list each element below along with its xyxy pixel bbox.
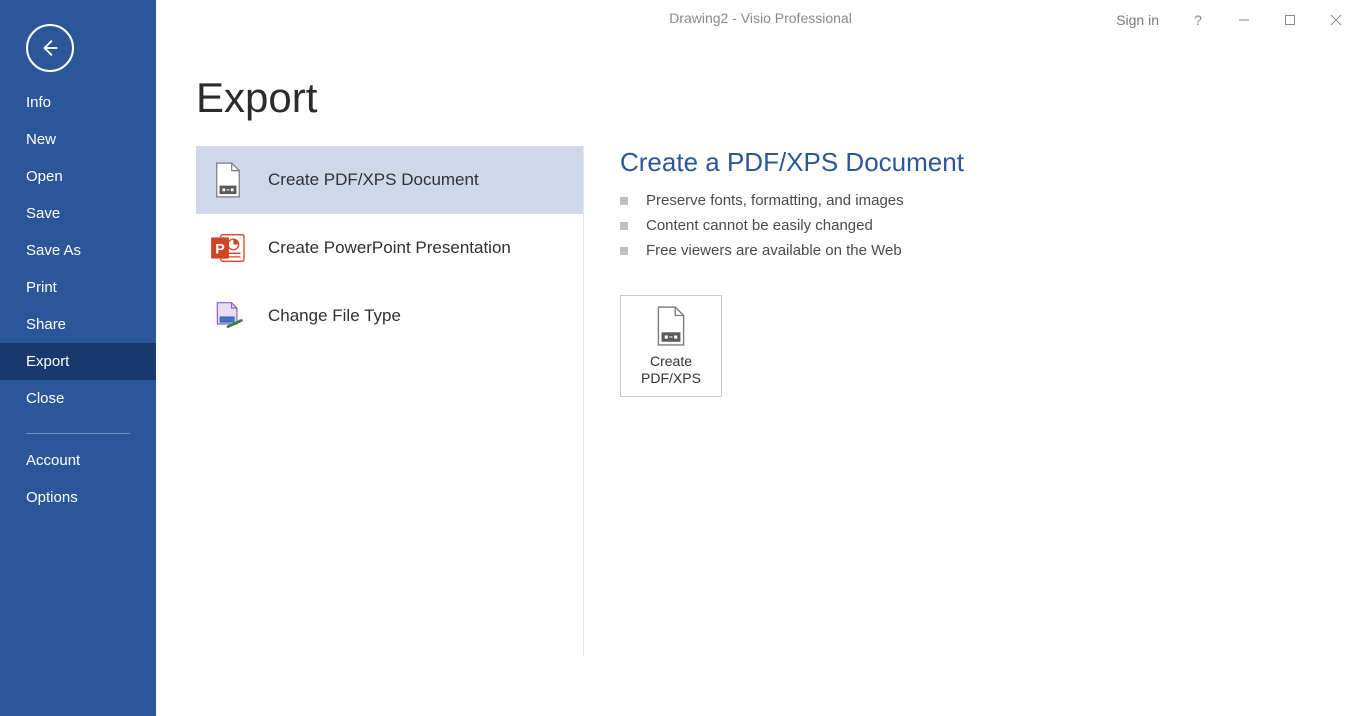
create-button-label: CreatePDF/XPS	[641, 353, 701, 388]
page-title: Export	[196, 74, 1365, 122]
nav-saveas[interactable]: Save As	[0, 232, 156, 269]
nav-print[interactable]: Print	[0, 269, 156, 306]
detail-bullet: Free viewers are available on the Web	[620, 238, 1365, 263]
detail-heading: Create a PDF/XPS Document	[620, 147, 1365, 178]
nav-options[interactable]: Options	[0, 479, 156, 516]
pdfxps-large-icon	[654, 305, 688, 347]
back-arrow-icon	[39, 37, 61, 59]
minimize-button[interactable]	[1221, 5, 1267, 35]
minimize-icon	[1238, 14, 1250, 26]
export-option-label: Create PowerPoint Presentation	[268, 238, 511, 258]
document-name: Drawing2	[669, 10, 728, 26]
nav-account[interactable]: Account	[0, 442, 156, 479]
nav-separator	[26, 433, 130, 434]
help-button[interactable]: ?	[1175, 5, 1221, 35]
app-name: Visio Professional	[741, 10, 852, 26]
powerpoint-icon: P	[210, 230, 246, 266]
backstage-sidebar: Info New Open Save Save As Print Share E…	[0, 0, 156, 716]
change-file-type-icon	[210, 298, 246, 334]
detail-bullet: Content cannot be easily changed	[620, 213, 1365, 238]
nav-share[interactable]: Share	[0, 306, 156, 343]
nav-close[interactable]: Close	[0, 380, 156, 417]
export-detail-pane: Create a PDF/XPS Document Preserve fonts…	[584, 146, 1365, 656]
window-title: Drawing2 - Visio Professional	[669, 10, 852, 26]
svg-text:P: P	[215, 241, 224, 257]
main-area: Drawing2 - Visio Professional Sign in ? …	[156, 0, 1365, 716]
export-option-label: Change File Type	[268, 306, 401, 326]
pdfxps-icon	[210, 162, 246, 198]
back-button[interactable]	[26, 24, 74, 72]
nav-list: Info New Open Save Save As Print Share E…	[0, 84, 156, 516]
close-icon	[1330, 14, 1342, 26]
sign-in-link[interactable]: Sign in	[1100, 4, 1175, 36]
close-window-button[interactable]	[1313, 5, 1359, 35]
export-option-powerpoint[interactable]: P Create PowerPoint Presentation	[196, 214, 583, 282]
nav-new[interactable]: New	[0, 121, 156, 158]
detail-bullet: Preserve fonts, formatting, and images	[620, 188, 1365, 213]
export-option-changefiletype[interactable]: Change File Type	[196, 282, 583, 350]
export-options-list: Create PDF/XPS Document P	[196, 146, 584, 656]
maximize-button[interactable]	[1267, 5, 1313, 35]
title-separator: -	[728, 10, 740, 26]
nav-open[interactable]: Open	[0, 158, 156, 195]
maximize-icon	[1284, 14, 1296, 26]
detail-bullet-list: Preserve fonts, formatting, and images C…	[620, 188, 1365, 263]
nav-export[interactable]: Export	[0, 343, 156, 380]
nav-info[interactable]: Info	[0, 84, 156, 121]
export-option-label: Create PDF/XPS Document	[268, 170, 479, 190]
create-pdf-xps-button[interactable]: CreatePDF/XPS	[620, 295, 722, 397]
export-option-pdfxps[interactable]: Create PDF/XPS Document	[196, 146, 583, 214]
nav-save[interactable]: Save	[0, 195, 156, 232]
